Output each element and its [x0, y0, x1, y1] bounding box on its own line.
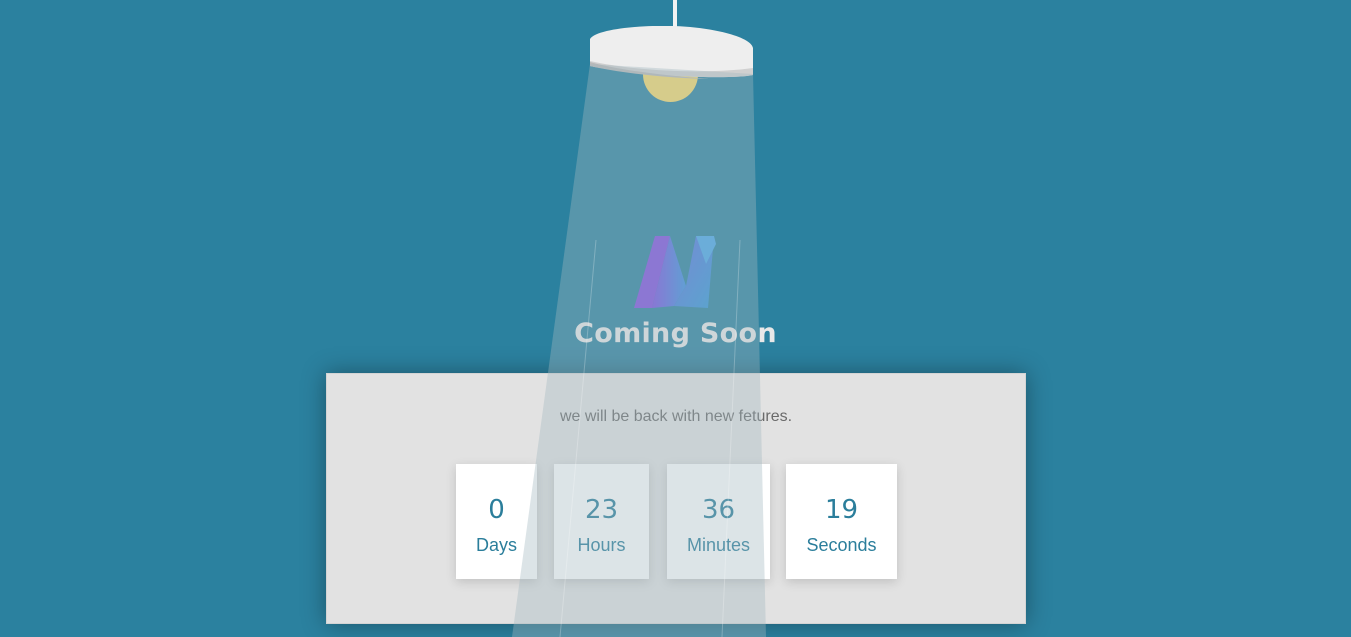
hours-label: Hours	[577, 535, 626, 555]
page-title: Coming Soon	[574, 318, 777, 349]
countdown-seconds: 19 Seconds	[786, 464, 897, 579]
lamp-shade-icon	[590, 26, 753, 79]
status-message: we will be back with new fetures.	[559, 408, 793, 425]
coming-soon-page: Coming Soon we will be back with new fet…	[0, 0, 1351, 637]
days-value: 0	[488, 495, 505, 525]
days-label: Days	[475, 535, 517, 555]
minutes-label: Minutes	[686, 535, 751, 555]
countdown-days: 0 Days	[456, 464, 537, 579]
seconds-label: Seconds	[806, 535, 877, 555]
countdown-card: we will be back with new fetures. 0 Days…	[326, 373, 1026, 624]
lamp-cord	[673, 0, 677, 28]
countdown-hours: 23 Hours	[554, 464, 649, 579]
brand-logo	[634, 236, 716, 308]
hours-value: 23	[584, 495, 619, 525]
minutes-value: 36	[701, 495, 736, 525]
seconds-value: 19	[824, 495, 859, 525]
countdown-minutes: 36 Minutes	[667, 464, 770, 579]
